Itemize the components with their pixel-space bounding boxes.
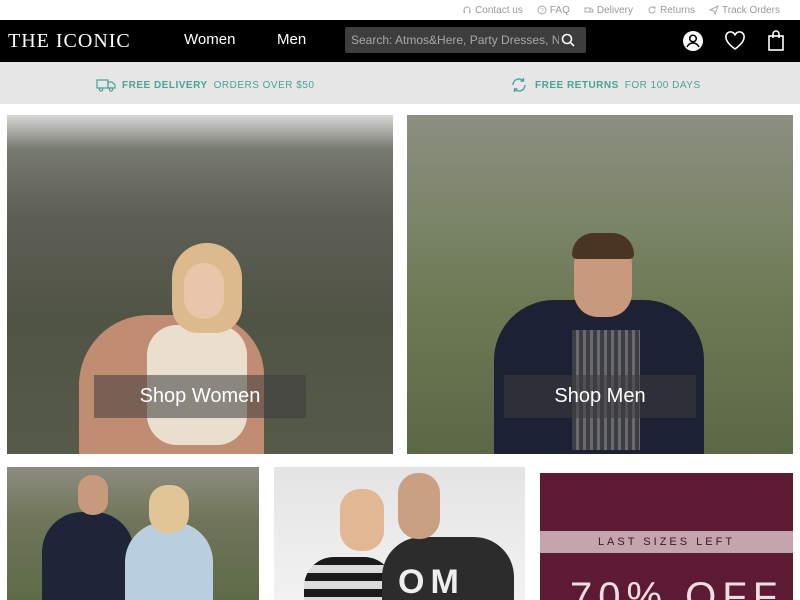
delivery-label: Delivery — [596, 4, 634, 16]
truck-icon — [96, 79, 116, 92]
free-returns-detail: FOR 100 DAYS — [624, 79, 701, 91]
shop-women-button[interactable]: Shop Women — [94, 375, 306, 418]
returns-icon — [512, 78, 526, 92]
sweater-print-text: OM — [398, 563, 465, 600]
male-model-face — [398, 473, 440, 539]
main-header: THE ICONIC Women Men — [0, 20, 800, 62]
model-face-image — [184, 263, 224, 319]
free-delivery-label: FREE DELIVERY — [122, 79, 208, 91]
track-orders-label: Track Orders — [722, 4, 780, 16]
delivery-link[interactable]: Delivery — [584, 5, 633, 16]
female-model-image — [304, 557, 394, 600]
returns-link[interactable]: Returns — [647, 5, 695, 16]
search-icon[interactable] — [559, 31, 577, 49]
contact-us-label: Contact us — [475, 4, 523, 16]
male-model-face — [78, 475, 108, 515]
casual-promo-tile[interactable]: OM — [274, 467, 525, 600]
nav-women[interactable]: Women — [184, 31, 235, 48]
female-model-face — [149, 485, 189, 533]
search-box — [345, 27, 586, 53]
account-icon[interactable] — [681, 29, 705, 53]
promo-bar: FREE DELIVERY ORDERS OVER $50 FREE RETUR… — [0, 62, 800, 104]
shop-men-button[interactable]: Shop Men — [504, 375, 696, 418]
truck-icon — [584, 7, 594, 13]
faq-link[interactable]: ? FAQ — [537, 5, 570, 16]
heart-icon[interactable] — [723, 29, 747, 53]
sale-promo-tile[interactable]: LAST SIZES LEFT 70% OFF — [540, 473, 793, 600]
contact-us-link[interactable]: Contact us — [462, 5, 523, 16]
female-model-image — [125, 522, 213, 600]
headset-icon — [463, 6, 471, 13]
search-input[interactable] — [345, 33, 559, 47]
track-orders-link[interactable]: Track Orders — [709, 5, 780, 16]
free-delivery-promo[interactable]: FREE DELIVERY ORDERS OVER $50 — [96, 77, 314, 93]
faq-label: FAQ — [549, 4, 570, 16]
sale-percentage: 70% OFF — [570, 575, 784, 600]
model-hair-image — [572, 233, 634, 259]
shop-women-hero[interactable]: Shop Women — [7, 115, 393, 454]
free-returns-promo[interactable]: FREE RETURNS FOR 100 DAYS — [509, 77, 701, 93]
female-model-face — [340, 489, 384, 551]
returns-icon — [648, 6, 657, 14]
free-returns-label: FREE RETURNS — [535, 79, 619, 91]
send-icon — [709, 5, 719, 15]
returns-label: Returns — [660, 4, 696, 16]
nav-men[interactable]: Men — [277, 31, 306, 48]
shop-men-hero[interactable]: Shop Men — [407, 115, 793, 454]
question-icon: ? — [537, 5, 547, 15]
couple-promo-tile[interactable] — [7, 467, 259, 600]
free-delivery-detail: ORDERS OVER $50 — [213, 79, 315, 91]
male-model-image — [42, 512, 134, 600]
bag-icon[interactable] — [764, 29, 788, 53]
site-logo[interactable]: THE ICONIC — [8, 30, 131, 53]
last-sizes-banner: LAST SIZES LEFT — [540, 531, 793, 553]
utility-bar: Contact us ? FAQ Delivery Returns Track … — [0, 0, 800, 20]
